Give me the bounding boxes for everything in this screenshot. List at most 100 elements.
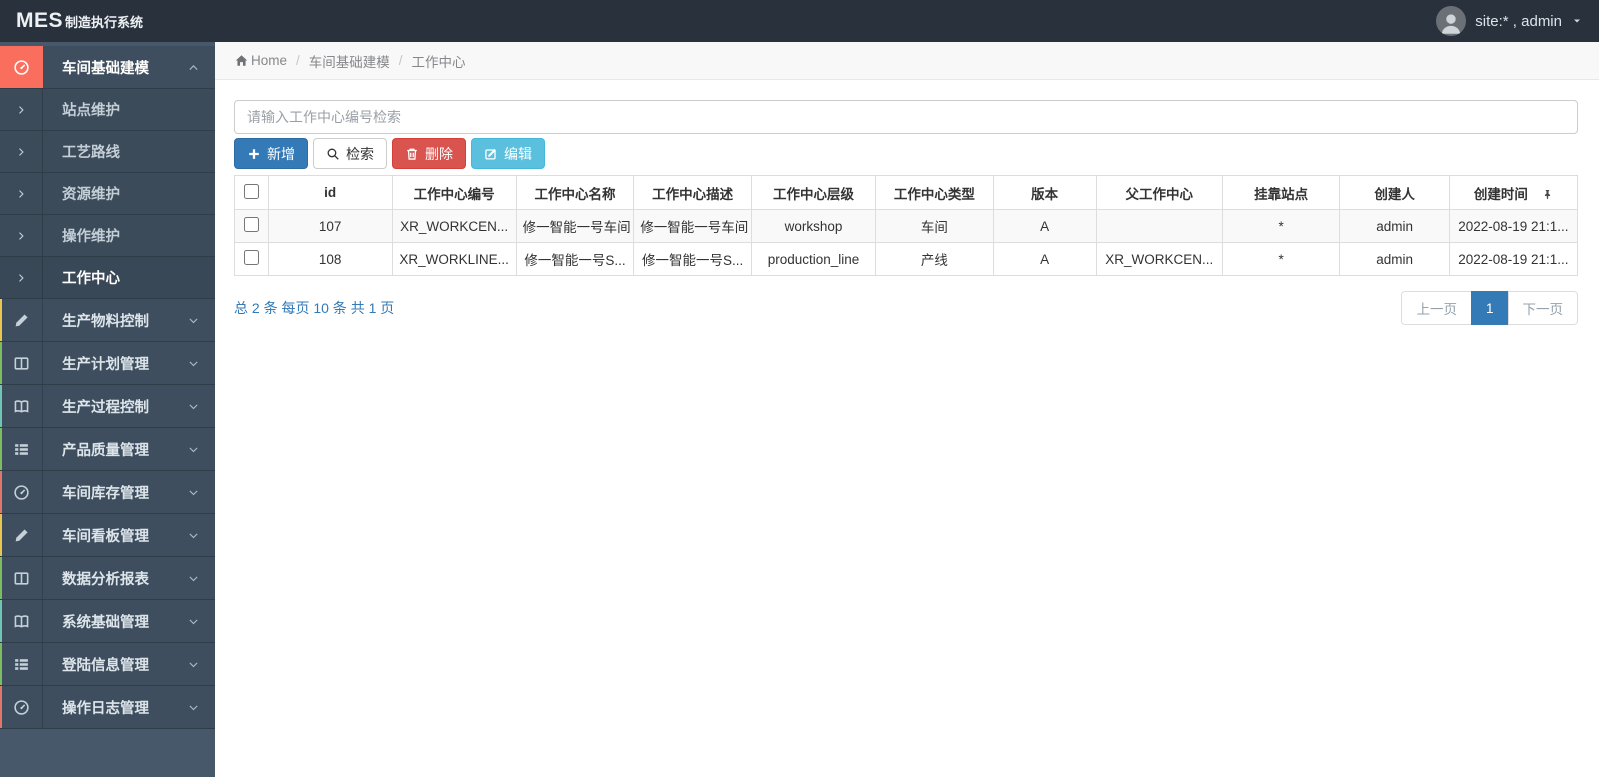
top-navbar: MES 制造执行系统 site:* , admin xyxy=(0,0,1599,42)
table-cell: workshop xyxy=(751,209,876,243)
pin-icon[interactable] xyxy=(1542,188,1553,203)
prev-page-button[interactable]: 上一页 xyxy=(1401,291,1472,325)
sidebar-subitem-4[interactable]: 工作中心 xyxy=(0,257,215,299)
menu-item-label: 操作维护 xyxy=(62,229,120,245)
column-header[interactable]: 创建人 xyxy=(1339,175,1450,210)
chevron-down-icon xyxy=(187,471,215,513)
sidebar-section-2[interactable]: 生产过程控制 xyxy=(0,385,215,428)
menu-item-label: 车间基础建模 xyxy=(62,60,149,77)
column-header-label: 工作中心描述 xyxy=(652,186,734,202)
sidebar-section-7[interactable]: 系统基础管理 xyxy=(0,600,215,643)
next-page-button[interactable]: 下一页 xyxy=(1507,291,1578,325)
breadcrumb-separator: / xyxy=(296,53,300,68)
icon-column xyxy=(0,131,43,172)
column-header[interactable]: 工作中心名称 xyxy=(515,175,635,210)
delete-button[interactable]: 删除 xyxy=(392,138,466,169)
chevron-right-icon xyxy=(15,188,27,200)
column-header[interactable]: 工作中心描述 xyxy=(633,175,752,210)
table-cell xyxy=(1095,209,1223,243)
table-cell: 2022-08-19 21:1... xyxy=(1448,209,1579,243)
gauge-icon xyxy=(13,484,30,501)
logo-secondary: 制造执行系统 xyxy=(65,15,144,30)
sidebar-section-4[interactable]: 车间库存管理 xyxy=(0,471,215,514)
chevron-down-icon xyxy=(187,428,215,470)
main-area: Home / 车间基础建模 / 工作中心 新增检索删除编辑 id工作中心编号工作… xyxy=(215,42,1599,777)
search-button[interactable]: 检索 xyxy=(313,138,387,169)
sidebar-subitem-2[interactable]: 资源维护 xyxy=(0,173,215,215)
column-header[interactable]: 工作中心类型 xyxy=(875,175,994,210)
user-label: site:* , admin xyxy=(1475,12,1562,30)
column-header[interactable]: 父工作中心 xyxy=(1095,175,1223,210)
list-icon xyxy=(13,656,30,673)
column-header[interactable]: 工作中心层级 xyxy=(751,175,876,210)
menu-item-label: 产品质量管理 xyxy=(62,442,149,459)
chevron-right-icon xyxy=(15,272,27,284)
select-all-checkbox[interactable] xyxy=(243,183,259,199)
column-header-label: id xyxy=(324,185,337,200)
row-checkbox[interactable] xyxy=(243,250,259,265)
column-header[interactable]: 工作中心编号 xyxy=(391,175,517,210)
select-all-header xyxy=(234,175,269,210)
table-cell: admin xyxy=(1339,209,1450,243)
user-menu[interactable]: site:* , admin xyxy=(1436,6,1583,36)
sidebar: 车间基础建模站点维护 工艺路线 资源维护操作维护工作中心生产物料控制 生产计划管理生产… xyxy=(0,42,215,777)
menu-item-label: 生产过程控制 xyxy=(62,399,149,416)
table-cell: 修一智能一号车间 xyxy=(515,209,635,243)
breadcrumb-home[interactable]: Home xyxy=(251,53,287,68)
pencil-icon xyxy=(13,527,30,544)
sidebar-section-0[interactable]: 生产物料控制 xyxy=(0,299,215,342)
accent-strip xyxy=(0,471,2,513)
icon-column xyxy=(0,173,43,214)
table-cell: * xyxy=(1221,242,1341,276)
column-header-label: 版本 xyxy=(1031,186,1059,202)
sidebar-section-5[interactable]: 车间看板管理 xyxy=(0,514,215,557)
table-cell: 车间 xyxy=(875,209,994,243)
table-row: 107 XR_WORKCEN... 修一智能一号车间 修一智能一号车间 workshop… xyxy=(234,209,1579,243)
accent-strip xyxy=(0,557,2,599)
column-header[interactable]: 版本 xyxy=(992,175,1097,210)
sidebar-section-active[interactable]: 车间基础建模 xyxy=(0,46,215,89)
home-icon xyxy=(235,54,248,67)
icon-column xyxy=(0,257,43,298)
chevron-down-icon xyxy=(187,686,215,728)
table-cell: XR_WORKCEN... xyxy=(1095,242,1223,276)
column-header[interactable]: 创建时间 xyxy=(1448,175,1579,210)
sidebar-section-6[interactable]: 数据分析报表 xyxy=(0,557,215,600)
icon-column xyxy=(0,600,43,642)
sidebar-subitem-0[interactable]: 站点维护 xyxy=(0,89,215,131)
add-button[interactable]: 新增 xyxy=(234,138,308,169)
column-header[interactable]: 挂靠站点 xyxy=(1221,175,1341,210)
row-checkbox-cell xyxy=(234,209,269,243)
table-cell: 107 xyxy=(267,209,393,243)
sidebar-section-9[interactable]: 操作日志管理 xyxy=(0,686,215,729)
icon-column xyxy=(0,342,43,384)
button-label: 检索 xyxy=(346,145,374,162)
breadcrumb-separator: / xyxy=(398,53,403,68)
row-checkbox[interactable] xyxy=(243,217,259,232)
menu-item-label: 操作日志管理 xyxy=(62,700,149,717)
search-input[interactable] xyxy=(234,100,1578,134)
chevron-down-icon xyxy=(187,385,215,427)
chevron-right-icon xyxy=(15,230,27,242)
column-header-label: 工作中心编号 xyxy=(413,186,495,202)
accent-strip xyxy=(0,686,2,728)
breadcrumb-item-section[interactable]: 车间基础建模 xyxy=(309,51,390,71)
menu-item-label: 工作中心 xyxy=(62,271,120,287)
table-cell: 产线 xyxy=(875,242,994,276)
sidebar-subitem-3[interactable]: 操作维护 xyxy=(0,215,215,257)
table-cell: * xyxy=(1221,209,1341,243)
current-page-button[interactable]: 1 xyxy=(1470,291,1509,325)
column-header-label: 工作中心层级 xyxy=(773,186,854,202)
sidebar-section-3[interactable]: 产品质量管理 xyxy=(0,428,215,471)
edit-button[interactable]: 编辑 xyxy=(471,138,545,169)
menu-item-label: 系统基础管理 xyxy=(62,614,149,631)
accent-strip xyxy=(0,428,2,470)
icon-column xyxy=(0,299,43,341)
sidebar-subitem-1[interactable]: 工艺路线 xyxy=(0,131,215,173)
sidebar-section-8[interactable]: 登陆信息管理 xyxy=(0,643,215,686)
column-header[interactable]: id xyxy=(267,175,393,210)
sidebar-section-1[interactable]: 生产计划管理 xyxy=(0,342,215,385)
table-cell: 2022-08-19 21:1... xyxy=(1448,242,1579,276)
gauge-icon xyxy=(13,59,30,76)
column-header-label: 创建时间 xyxy=(1473,186,1528,202)
